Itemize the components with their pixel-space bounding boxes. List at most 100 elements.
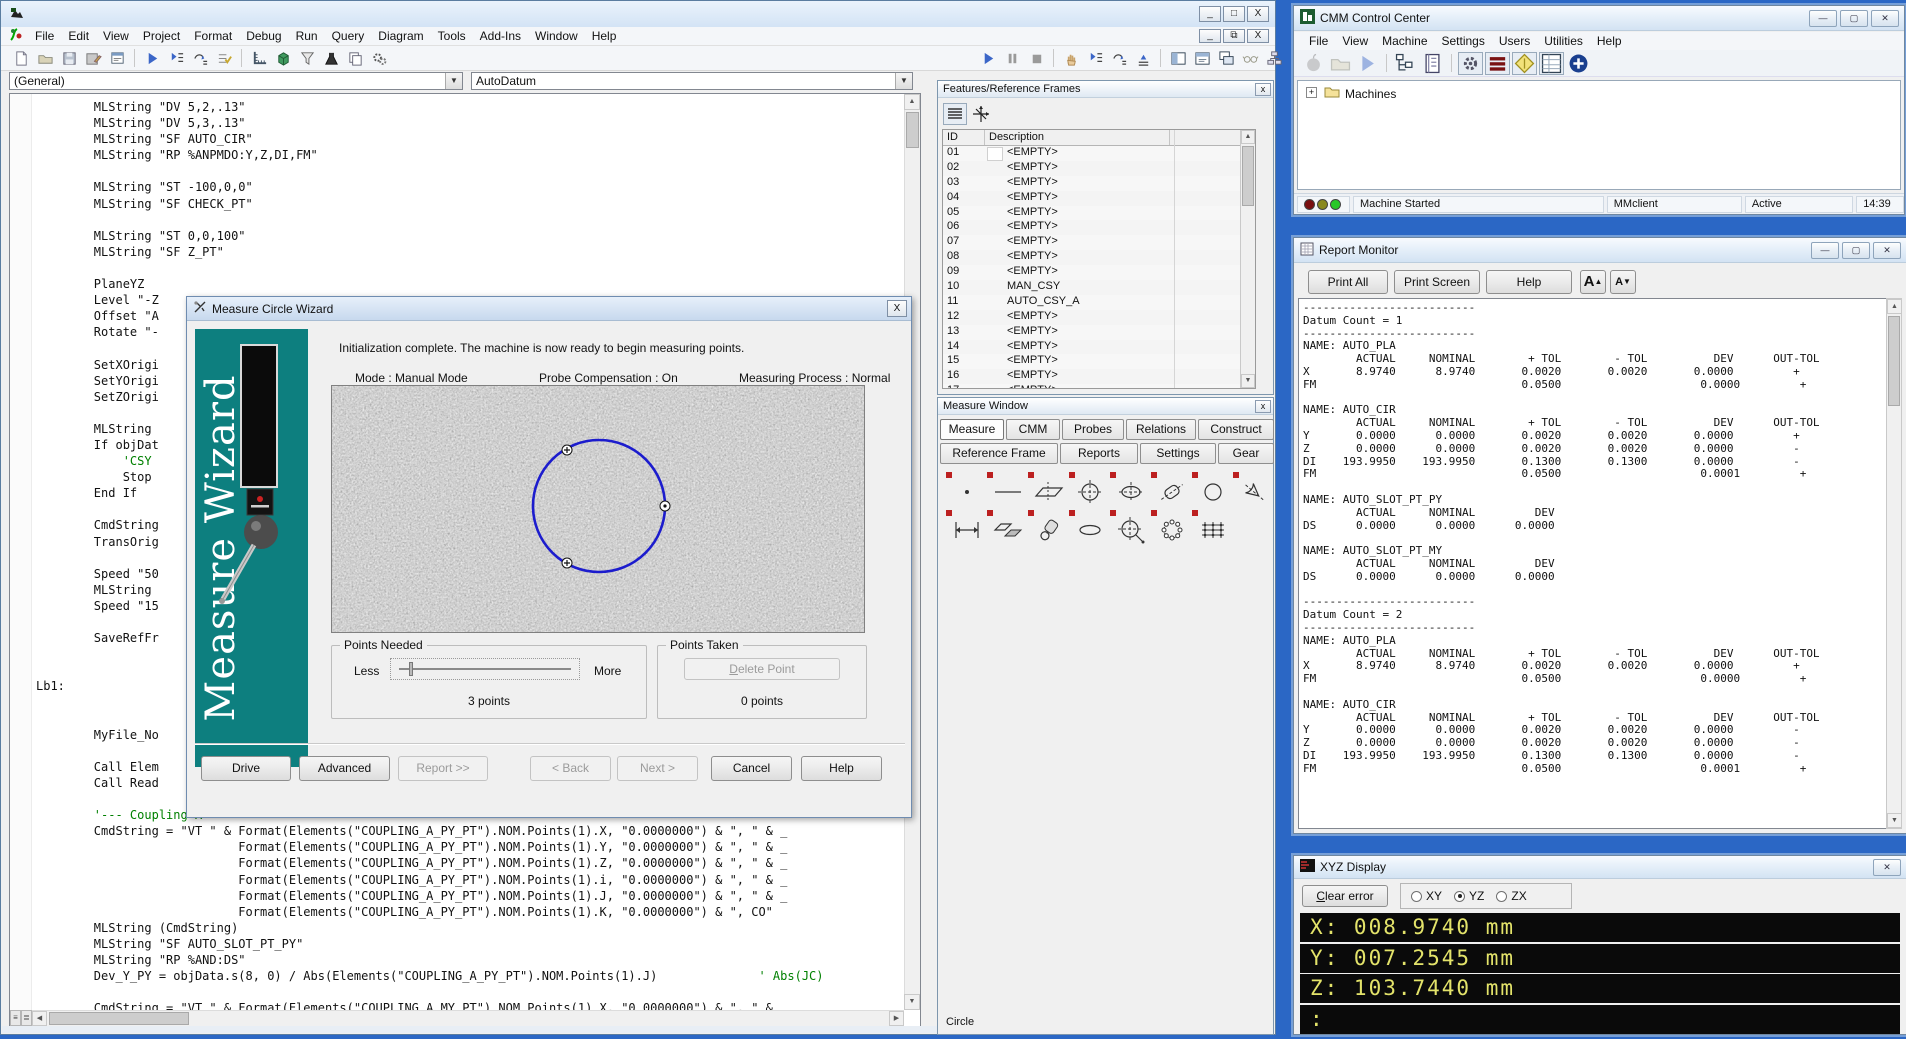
chevron-down-icon[interactable]: ▼: [445, 73, 462, 89]
sphere-icon[interactable]: [1190, 472, 1230, 508]
menu-item-query[interactable]: Query: [325, 27, 372, 45]
table-row[interactable]: 15<EMPTY>: [943, 354, 1255, 369]
column-description[interactable]: Description: [985, 130, 1170, 145]
maximize-button[interactable]: ▢: [1840, 10, 1868, 27]
font-increase-button[interactable]: A▲: [1580, 270, 1606, 294]
menu-item-tools[interactable]: Tools: [431, 27, 473, 45]
column-id[interactable]: ID: [943, 130, 985, 145]
check-list-icon[interactable]: [213, 48, 235, 68]
tree-view-icon[interactable]: [1393, 52, 1418, 75]
scroll-thumb[interactable]: [49, 1012, 189, 1025]
maximize-button[interactable]: ▢: [1842, 242, 1870, 259]
glasses-icon[interactable]: [1239, 48, 1261, 68]
radio-dot-icon[interactable]: [1496, 891, 1507, 902]
features-table[interactable]: ID Description 01<EMPTY>02<EMPTY>03<EMPT…: [942, 129, 1256, 389]
machines-tree[interactable]: + Machines: [1297, 80, 1901, 190]
web-icon[interactable]: [1190, 510, 1230, 546]
tab-settings[interactable]: Settings: [1140, 443, 1216, 464]
tree-expand-icon[interactable]: +: [1306, 87, 1317, 98]
save-edit-icon[interactable]: [82, 48, 104, 68]
menu-item-edit[interactable]: Edit: [61, 27, 96, 45]
code-line[interactable]: [36, 163, 903, 179]
plane-icon[interactable]: [1026, 472, 1066, 508]
mdi-close-button[interactable]: X: [1247, 29, 1269, 43]
circle-radius-icon[interactable]: [1108, 510, 1148, 546]
step-out-icon[interactable]: [1132, 48, 1154, 68]
properties-icon[interactable]: [106, 48, 128, 68]
tab-reference-frame[interactable]: Reference Frame: [940, 443, 1058, 464]
cc-menu-item-file[interactable]: File: [1302, 32, 1335, 50]
scroll-thumb[interactable]: [1888, 316, 1900, 406]
stop-icon[interactable]: [1025, 48, 1047, 68]
gears-icon[interactable]: [368, 48, 390, 68]
scroll-down-icon[interactable]: ▼: [1887, 813, 1902, 828]
journal-icon[interactable]: [1420, 52, 1445, 75]
radio-dot-icon[interactable]: [1411, 891, 1422, 902]
cancel-button[interactable]: Cancel: [711, 756, 792, 781]
code-line[interactable]: MLString "ST -100,0,0": [36, 179, 903, 195]
table-row[interactable]: 05<EMPTY>: [943, 206, 1255, 221]
cylinder-icon[interactable]: [1149, 472, 1189, 508]
open-folder-icon[interactable]: [34, 48, 56, 68]
point-icon[interactable]: [944, 472, 984, 508]
mdi-minimize-button[interactable]: _: [1199, 29, 1221, 43]
new-doc-icon[interactable]: [10, 48, 32, 68]
grid-view-icon[interactable]: [1539, 52, 1564, 75]
features-titlebar[interactable]: Features/Reference Frames x: [938, 81, 1273, 98]
bolt-circle-icon[interactable]: [1149, 510, 1189, 546]
table-row[interactable]: 12<EMPTY>: [943, 310, 1255, 325]
menu-item-file[interactable]: File: [28, 27, 61, 45]
cc-menu-item-utilities[interactable]: Utilities: [1537, 32, 1590, 50]
ruler-icon[interactable]: [248, 48, 270, 68]
tab-measure[interactable]: Measure: [940, 419, 1004, 440]
radio-yz[interactable]: YZ: [1454, 889, 1484, 903]
code-line[interactable]: [36, 212, 903, 228]
step-over-icon[interactable]: [1108, 48, 1130, 68]
run-icon[interactable]: [141, 48, 163, 68]
line-icon[interactable]: [985, 472, 1025, 508]
maximize-button[interactable]: □: [1223, 6, 1245, 22]
tree-node-machines[interactable]: Machines: [1345, 87, 1396, 101]
xyz-titlebar[interactable]: XYZ Display ✕: [1294, 856, 1906, 879]
table-row[interactable]: 13<EMPTY>: [943, 325, 1255, 340]
radio-zx[interactable]: ZX: [1496, 889, 1526, 903]
flask-icon[interactable]: [320, 48, 342, 68]
main-titlebar[interactable]: _ □ X: [1, 1, 1275, 27]
code-line[interactable]: MLString "RP %ANPMDO:Y,Z,DI,FM": [36, 147, 903, 163]
slider-thumb[interactable]: [409, 662, 413, 676]
code-line[interactable]: MLString "SF AUTO_SLOT_PT_PY": [36, 936, 903, 952]
menu-item-help[interactable]: Help: [585, 27, 624, 45]
drive-button[interactable]: Drive: [201, 756, 291, 781]
run-icon[interactable]: [977, 48, 999, 68]
table-row[interactable]: 03<EMPTY>: [943, 176, 1255, 191]
cc-menu-item-users[interactable]: Users: [1492, 32, 1537, 50]
scroll-right-icon[interactable]: ▶: [889, 1011, 904, 1026]
advanced-button[interactable]: Advanced: [299, 756, 390, 781]
minimize-button[interactable]: _: [1199, 6, 1221, 22]
slot-icon[interactable]: [1067, 510, 1107, 546]
table-row[interactable]: 06<EMPTY>: [943, 220, 1255, 235]
tab-gear[interactable]: Gear: [1218, 443, 1274, 464]
next-button[interactable]: Next >: [617, 756, 698, 781]
close-button[interactable]: ✕: [1871, 10, 1899, 27]
filter-icon[interactable]: [296, 48, 318, 68]
table-row[interactable]: 07<EMPTY>: [943, 235, 1255, 250]
close-button[interactable]: X: [1247, 6, 1269, 22]
code-line[interactable]: [36, 984, 903, 1000]
table-row[interactable]: 02<EMPTY>: [943, 161, 1255, 176]
report-text-area[interactable]: --------------------------Datum Count = …: [1298, 298, 1888, 829]
clear-error-button[interactable]: Clear error: [1302, 885, 1388, 907]
code-line[interactable]: MLString "DV 5,2,.13": [36, 99, 903, 115]
close-icon[interactable]: x: [1255, 83, 1271, 96]
red-bars-icon[interactable]: [1485, 52, 1510, 75]
scroll-down-icon[interactable]: ▼: [1241, 374, 1255, 388]
back-button[interactable]: < Back: [530, 756, 611, 781]
cube-icon[interactable]: [272, 48, 294, 68]
ellipse-icon[interactable]: [1108, 472, 1148, 508]
cone-icon[interactable]: [1231, 472, 1271, 508]
help-button[interactable]: Help: [801, 756, 882, 781]
cc-menu-item-machine[interactable]: Machine: [1375, 32, 1434, 50]
measure-window-titlebar[interactable]: Measure Window x: [938, 398, 1273, 415]
code-line[interactable]: MLString "DV 5,3,.13": [36, 115, 903, 131]
tab-cmm[interactable]: CMM: [1006, 419, 1060, 440]
